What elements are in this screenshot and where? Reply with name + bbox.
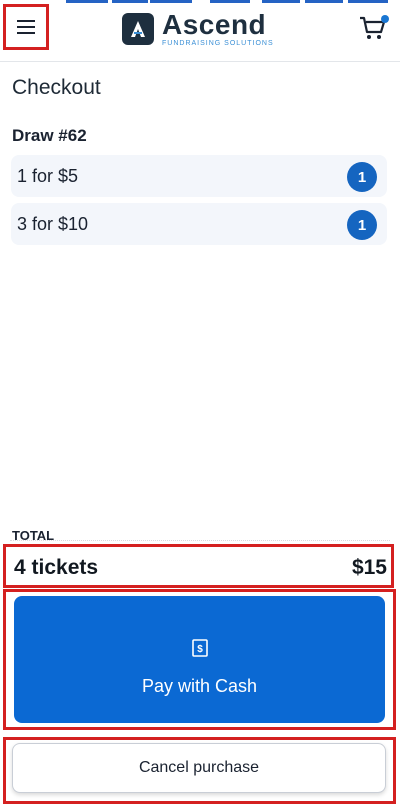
page-title: Checkout (12, 76, 101, 99)
total-summary: 4 tickets $15 (3, 544, 394, 588)
ticket-option-label: 1 for $5 (17, 165, 79, 186)
logo-mark-icon (122, 13, 154, 45)
cancel-button-highlight: Cancel purchase (3, 737, 396, 804)
menu-button[interactable] (3, 4, 49, 50)
quantity-badge: 1 (347, 210, 377, 240)
total-divider (10, 540, 390, 541)
logo-tagline: FUNDRAISING SOLUTIONS (162, 40, 274, 47)
hamburger-menu-icon (17, 20, 35, 34)
draw-title: Draw #62 (12, 126, 87, 145)
quantity-badge: 1 (347, 162, 377, 192)
cart-notification-dot (381, 15, 389, 23)
ticket-option-label: 3 for $10 (17, 213, 89, 234)
logo-name: Ascend (162, 9, 267, 40)
cash-icon: $ (192, 639, 208, 657)
ticket-line-item[interactable]: 3 for $10 1 (11, 203, 387, 245)
pay-button-label: Pay with Cash (141, 676, 258, 696)
cancel-purchase-button[interactable]: Cancel purchase (12, 743, 386, 793)
app-header: Ascend FUNDRAISING SOLUTIONS (0, 4, 400, 62)
svg-text:$: $ (197, 644, 203, 655)
brand-logo[interactable]: Ascend FUNDRAISING SOLUTIONS (122, 9, 274, 47)
pay-button-highlight: $ Pay with Cash (3, 589, 396, 730)
pay-with-cash-button[interactable]: $ Pay with Cash (14, 596, 385, 723)
ticket-line-item[interactable]: 1 for $5 1 (11, 155, 387, 197)
cart-button[interactable] (358, 14, 390, 44)
total-tickets: 4 tickets (14, 556, 99, 579)
total-amount: $15 (351, 556, 387, 579)
